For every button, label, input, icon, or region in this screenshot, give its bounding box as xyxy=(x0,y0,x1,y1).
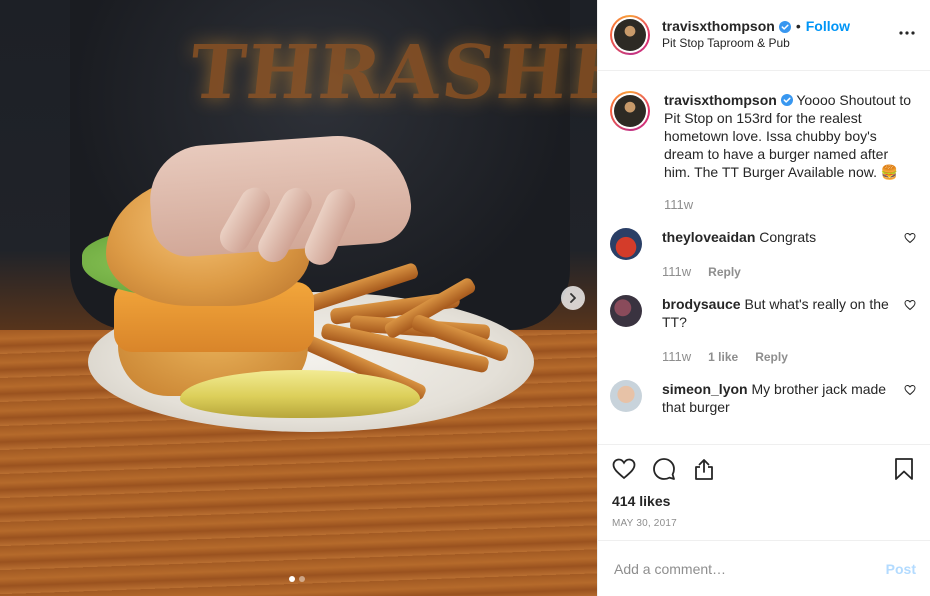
heart-icon[interactable] xyxy=(904,232,916,244)
caption-username[interactable]: travisxthompson xyxy=(664,92,777,108)
commenter-avatar[interactable] xyxy=(610,295,642,327)
comment-age[interactable]: 111w xyxy=(662,348,691,366)
instagram-post: THRASHER travisxthompson • Follow Pit St… xyxy=(0,0,930,596)
like-heart-icon[interactable] xyxy=(612,457,636,481)
carousel-dot xyxy=(299,576,305,582)
post-caption: travisxthompson Yoooo Shoutout to Pit St… xyxy=(610,91,916,214)
reply-button[interactable]: Reply xyxy=(755,348,788,366)
post-header: travisxthompson • Follow Pit Stop Taproo… xyxy=(598,0,930,71)
author-username[interactable]: travisxthompson xyxy=(662,18,775,35)
follow-button[interactable]: Follow xyxy=(806,18,850,35)
commenter-avatar[interactable] xyxy=(610,380,642,412)
post-comment-button[interactable]: Post xyxy=(886,561,916,577)
comments-section[interactable]: travisxthompson Yoooo Shoutout to Pit St… xyxy=(598,71,930,444)
share-icon[interactable] xyxy=(692,457,716,481)
heart-icon[interactable] xyxy=(904,299,916,311)
more-options-icon[interactable] xyxy=(898,24,916,42)
caption-avatar[interactable] xyxy=(610,91,650,131)
comment-input[interactable] xyxy=(614,560,886,577)
carousel-next-button[interactable] xyxy=(561,286,585,310)
comment-age[interactable]: 111w xyxy=(662,263,691,281)
carousel-dot-active xyxy=(289,576,295,582)
add-comment-bar: Post xyxy=(598,540,930,596)
avatar-image xyxy=(614,95,646,127)
post-actions: 414 likes MAY 30, 2017 xyxy=(598,444,930,540)
comment-item: theyloveaidan Congrats 111w Reply xyxy=(610,228,916,281)
hoodie-print: THRASHER xyxy=(185,30,597,116)
post-photo[interactable]: THRASHER xyxy=(0,0,597,596)
verified-badge-icon xyxy=(778,20,791,33)
separator-dot: • xyxy=(795,18,801,34)
bookmark-icon[interactable] xyxy=(892,457,916,481)
comment-username[interactable]: brodysauce xyxy=(662,296,741,312)
comment-text: Congrats xyxy=(759,229,817,245)
reply-button[interactable]: Reply xyxy=(708,263,741,281)
verified-badge-icon xyxy=(780,94,793,106)
heart-icon[interactable] xyxy=(904,384,916,396)
carousel-indicator xyxy=(289,576,305,582)
comment-username[interactable]: simeon_lyon xyxy=(662,381,748,397)
comment-username[interactable]: theyloveaidan xyxy=(662,229,755,245)
comment-likes[interactable]: 1 like xyxy=(708,348,738,366)
comment-item: brodysauce But what's really on the TT? … xyxy=(610,295,916,366)
avatar-image xyxy=(614,19,646,51)
author-info: travisxthompson • Follow Pit Stop Taproo… xyxy=(662,18,850,52)
caption-age[interactable]: 111w xyxy=(664,196,693,214)
post-sidebar: travisxthompson • Follow Pit Stop Taproo… xyxy=(597,0,930,596)
comment-item: simeon_lyon My brother jack made that bu… xyxy=(610,380,916,416)
comment-icon[interactable] xyxy=(652,457,676,481)
post-date[interactable]: MAY 30, 2017 xyxy=(612,518,914,529)
commenter-avatar[interactable] xyxy=(610,228,642,260)
like-count[interactable]: 414 likes xyxy=(612,493,914,509)
location-link[interactable]: Pit Stop Taproom & Pub xyxy=(662,35,850,52)
author-avatar[interactable] xyxy=(610,15,650,55)
chevron-right-icon xyxy=(570,293,576,303)
